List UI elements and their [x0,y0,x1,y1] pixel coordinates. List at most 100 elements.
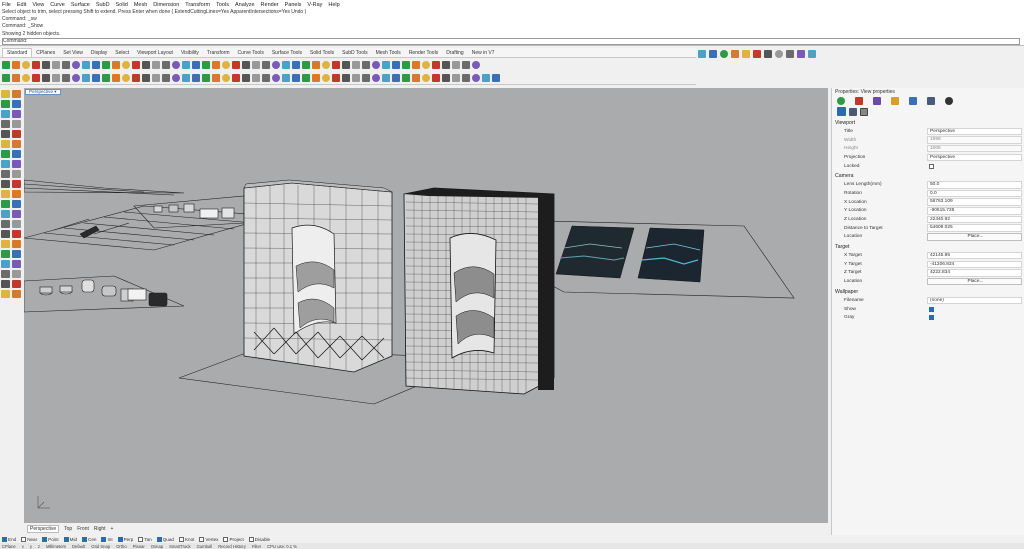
standard-tool-icon[interactable] [212,60,220,69]
standard-tool-icon[interactable] [212,73,220,82]
osnap-checkbox[interactable] [223,536,229,542]
quick-tool-icon[interactable] [786,50,794,58]
osnap-int[interactable]: Int [101,536,113,542]
standard-tool-icon[interactable] [272,73,280,82]
status-item[interactable]: CPlane [2,544,16,549]
left-tool-icon[interactable] [12,230,21,238]
standard-tool-icon[interactable] [402,60,410,69]
left-tool-icon[interactable] [12,130,21,138]
layer-icon[interactable] [909,97,917,105]
standard-tool-icon[interactable] [342,73,350,82]
property-checkbox[interactable] [929,306,934,312]
standard-tool-icon[interactable] [42,60,50,69]
property-value-field[interactable]: -90615.738 [927,207,1022,215]
property-checkbox[interactable] [929,163,934,169]
left-tool-icon[interactable] [1,130,10,138]
help-icon[interactable] [945,97,953,105]
quick-tool-icon[interactable] [808,50,816,58]
osnap-checkbox[interactable] [117,536,123,542]
osnap-checkbox[interactable] [2,536,7,542]
left-tool-icon[interactable] [1,120,10,128]
viewport-tab-front[interactable]: Front [77,526,89,532]
standard-tool-icon[interactable] [322,60,330,69]
left-tool-icon[interactable] [12,190,21,198]
command-prompt-input[interactable]: Command: [2,37,1020,45]
viewport-tab-right[interactable]: Right [94,526,106,532]
left-tool-icon[interactable] [12,110,21,118]
standard-tool-icon[interactable] [232,60,240,69]
standard-tool-icon[interactable] [402,73,410,82]
left-tool-icon[interactable] [1,100,10,108]
standard-tool-icon[interactable] [342,60,350,69]
environment-icon[interactable] [873,97,881,105]
standard-tool-icon[interactable] [202,73,210,82]
left-tool-icon[interactable] [12,210,21,218]
status-item[interactable]: x [22,544,24,549]
tab-set-view[interactable]: Set View [59,49,87,57]
lighting-icon[interactable] [891,97,899,105]
left-tool-icon[interactable] [12,250,21,258]
osnap-tan[interactable]: Tan [138,536,152,542]
standard-tool-icon[interactable] [32,73,40,82]
left-tool-icon[interactable] [1,170,10,178]
standard-tool-icon[interactable] [432,60,440,69]
menu-item-tools[interactable]: Tools [216,2,229,8]
standard-tool-icon[interactable] [382,73,390,82]
left-tool-icon[interactable] [12,150,21,158]
standard-tool-icon[interactable] [422,60,430,69]
status-item[interactable]: Planar [133,544,145,549]
osnap-near[interactable]: Near [21,536,37,542]
menu-item-edit[interactable]: Edit [17,2,26,8]
standard-tool-icon[interactable] [192,73,200,82]
standard-tool-icon[interactable] [472,60,480,69]
standard-tool-icon[interactable] [292,60,300,69]
osnap-disable[interactable]: Disable [248,536,270,542]
standard-tool-icon[interactable] [362,73,370,82]
standard-tool-icon[interactable] [142,60,150,69]
standard-tool-icon[interactable] [82,60,90,69]
standard-tool-icon[interactable] [462,73,470,82]
property-value-field[interactable]: 54609.025 [927,224,1022,232]
menu-item-dimension[interactable]: Dimension [153,2,179,8]
standard-tool-icon[interactable] [162,60,170,69]
display-mode-icon[interactable] [927,97,935,105]
osnap-perp[interactable]: Perp [117,536,133,542]
standard-tool-icon[interactable] [2,73,10,82]
standard-tool-icon[interactable] [302,73,310,82]
left-tool-icon[interactable] [1,200,10,208]
left-tool-icon[interactable] [12,120,21,128]
standard-tool-icon[interactable] [332,60,340,69]
standard-tool-icon[interactable] [202,60,210,69]
standard-tool-icon[interactable] [332,73,340,82]
quick-tool-icon[interactable] [775,50,783,58]
osnap-mid[interactable]: Mid [63,536,77,542]
left-tool-icon[interactable] [1,140,10,148]
standard-tool-icon[interactable] [42,73,50,82]
object-properties-icon[interactable] [837,97,845,105]
tab-solid-tools[interactable]: Solid Tools [306,49,338,57]
standard-tool-icon[interactable] [72,73,80,82]
property-value-field[interactable]: -41206.834 [927,260,1022,269]
property-value-field[interactable]: Perspective [927,153,1022,162]
standard-tool-icon[interactable] [22,73,30,82]
status-item[interactable]: z [38,544,40,549]
status-item[interactable]: Gumball [197,544,213,549]
property-value-field[interactable]: (none) [927,296,1022,305]
osnap-checkbox[interactable] [101,536,107,542]
standard-tool-icon[interactable] [152,73,160,82]
left-tool-icon[interactable] [12,270,21,278]
place-button[interactable]: Place... [927,233,1022,241]
standard-tool-icon[interactable] [132,60,140,69]
standard-tool-icon[interactable] [392,60,400,69]
standard-tool-icon[interactable] [242,73,250,82]
standard-tool-icon[interactable] [102,60,110,69]
left-tool-icon[interactable] [1,260,10,268]
standard-tool-icon[interactable] [412,73,420,82]
standard-tool-icon[interactable] [302,60,310,69]
standard-tool-icon[interactable] [122,73,130,82]
left-tool-icon[interactable] [1,110,10,118]
camera-icon[interactable] [837,107,846,116]
left-tool-icon[interactable] [1,190,10,198]
standard-tool-icon[interactable] [482,73,490,82]
osnap-checkbox[interactable] [138,536,144,542]
